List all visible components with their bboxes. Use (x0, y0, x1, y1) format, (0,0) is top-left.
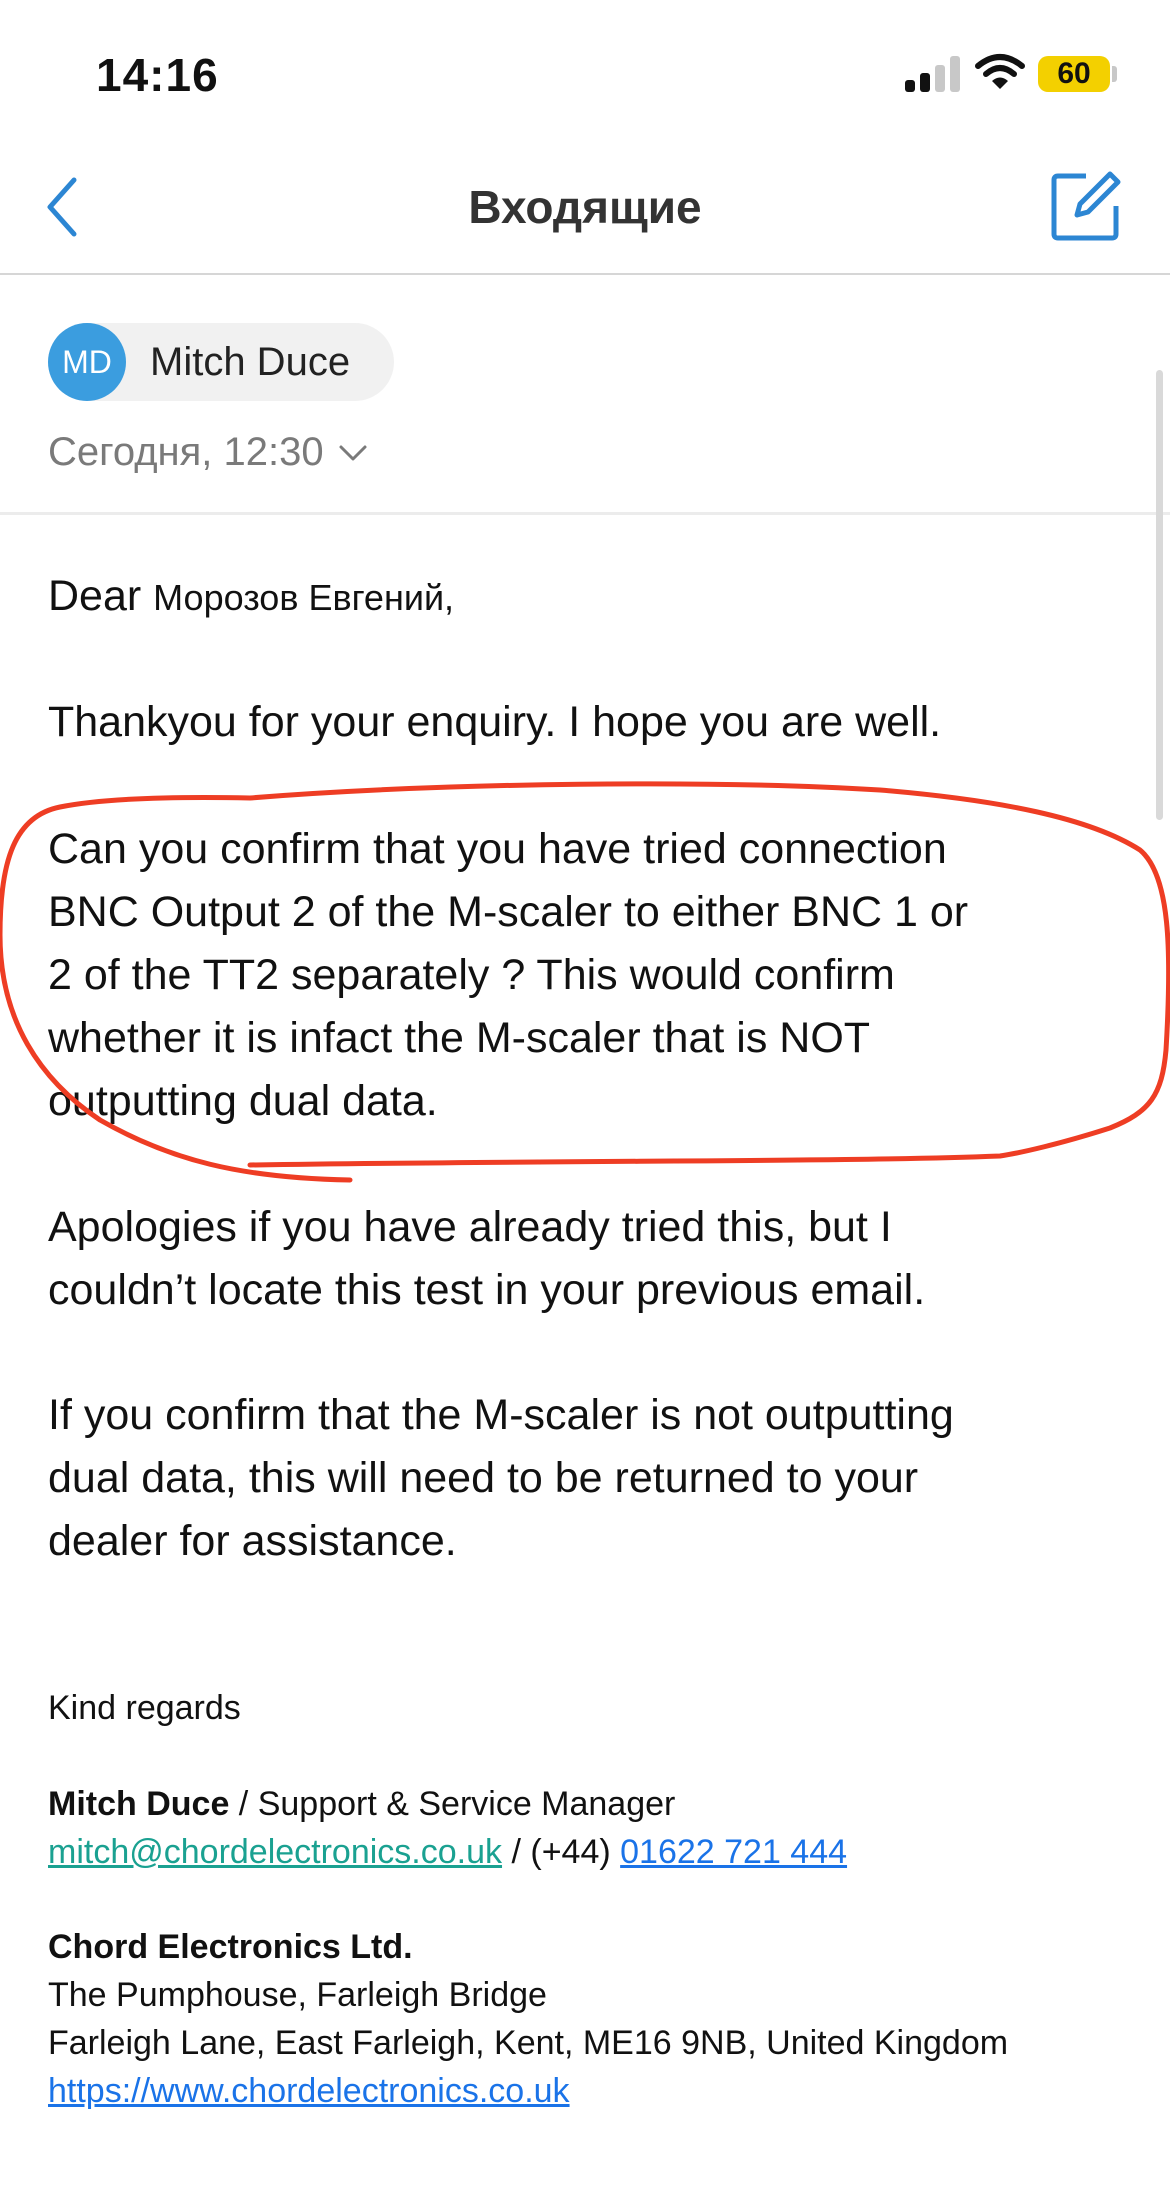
greeting-dear: Dear (48, 572, 142, 620)
signature-role: / Support & Service Manager (229, 1785, 676, 1823)
avatar: MD (48, 323, 126, 401)
paragraph-2-line: whether it is infact the M-scaler that i… (48, 1014, 871, 1062)
scrollbar[interactable] (1156, 370, 1163, 820)
signature-name: Mitch Duce (48, 1785, 230, 1823)
signature-contact-line: mitch@chordelectronics.co.uk / (+44) 016… (48, 1828, 1148, 1876)
paragraph-2-line: BNC Output 2 of the M-scaler to either B… (48, 888, 969, 936)
paragraph-4: If you confirm that the M-scaler is not … (48, 1384, 1128, 1573)
paragraph-2: Can you confirm that you have tried conn… (48, 818, 1128, 1133)
company-name: Chord Electronics Ltd. (48, 1923, 1148, 1971)
received-date: Сегодня, 12:30 (48, 430, 324, 474)
email-link[interactable]: mitch@chordelectronics.co.uk (48, 1833, 502, 1871)
closing: Kind regards (48, 1689, 241, 1727)
paragraph-1: Thankyou for your enquiry. I hope you ar… (48, 698, 942, 746)
compose-icon[interactable] (1050, 170, 1122, 242)
chevron-down-icon (339, 445, 367, 460)
website-line: https://www.chordelectronics.co.uk (48, 2067, 1148, 2115)
navigation-bar: Входящие (0, 140, 1170, 275)
paragraph-2-line: outputting dual data. (48, 1077, 438, 1125)
sender-name: Mitch Duce (150, 339, 351, 384)
sender-chip[interactable]: MD Mitch Duce (48, 323, 395, 401)
wifi-icon (975, 54, 1025, 89)
paragraph-2-line: 2 of the TT2 separately ? This would con… (48, 951, 895, 999)
paragraph-4-line: If you confirm that the M-scaler is not … (48, 1391, 954, 1439)
signature-name-line: Mitch Duce / Support & Service Manager (48, 1780, 1148, 1828)
greeting: Dear Морозов Евгений, (48, 565, 1128, 629)
paragraph-3: Apologies if you have already tried this… (48, 1196, 1128, 1322)
paragraph-4-line: dual data, this will need to be returned… (48, 1454, 919, 1502)
header-divider (0, 512, 1170, 515)
paragraph-4-line: dealer for assistance. (48, 1517, 457, 1565)
address-line-2: Farleigh Lane, East Farleigh, Kent, ME16… (48, 2024, 1009, 2062)
paragraph-3-line: couldn’t locate this test in your previo… (48, 1266, 926, 1314)
page-title: Входящие (468, 181, 702, 233)
greeting-recipient: Морозов Евгений, (153, 577, 455, 618)
date-row[interactable]: Сегодня, 12:30 (48, 430, 368, 475)
status-bar: 14:16 60 (0, 0, 1170, 140)
paragraph-2-line: Can you confirm that you have tried conn… (48, 825, 947, 873)
phone-prefix: / (+44) (502, 1833, 621, 1871)
status-time: 14:16 (96, 49, 219, 101)
website-link[interactable]: https://www.chordelectronics.co.uk (48, 2072, 570, 2110)
battery-cap (1112, 66, 1117, 82)
paragraph-3-line: Apologies if you have already tried this… (48, 1203, 892, 1251)
phone-link[interactable]: 01622 721 444 (620, 1833, 847, 1871)
battery-icon: 60 (1038, 56, 1110, 92)
company-name-text: Chord Electronics Ltd. (48, 1928, 413, 1966)
cellular-signal-icon (905, 56, 961, 92)
address-line-1: The Pumphouse, Farleigh Bridge (48, 1976, 547, 2014)
battery-level: 60 (1057, 57, 1091, 90)
